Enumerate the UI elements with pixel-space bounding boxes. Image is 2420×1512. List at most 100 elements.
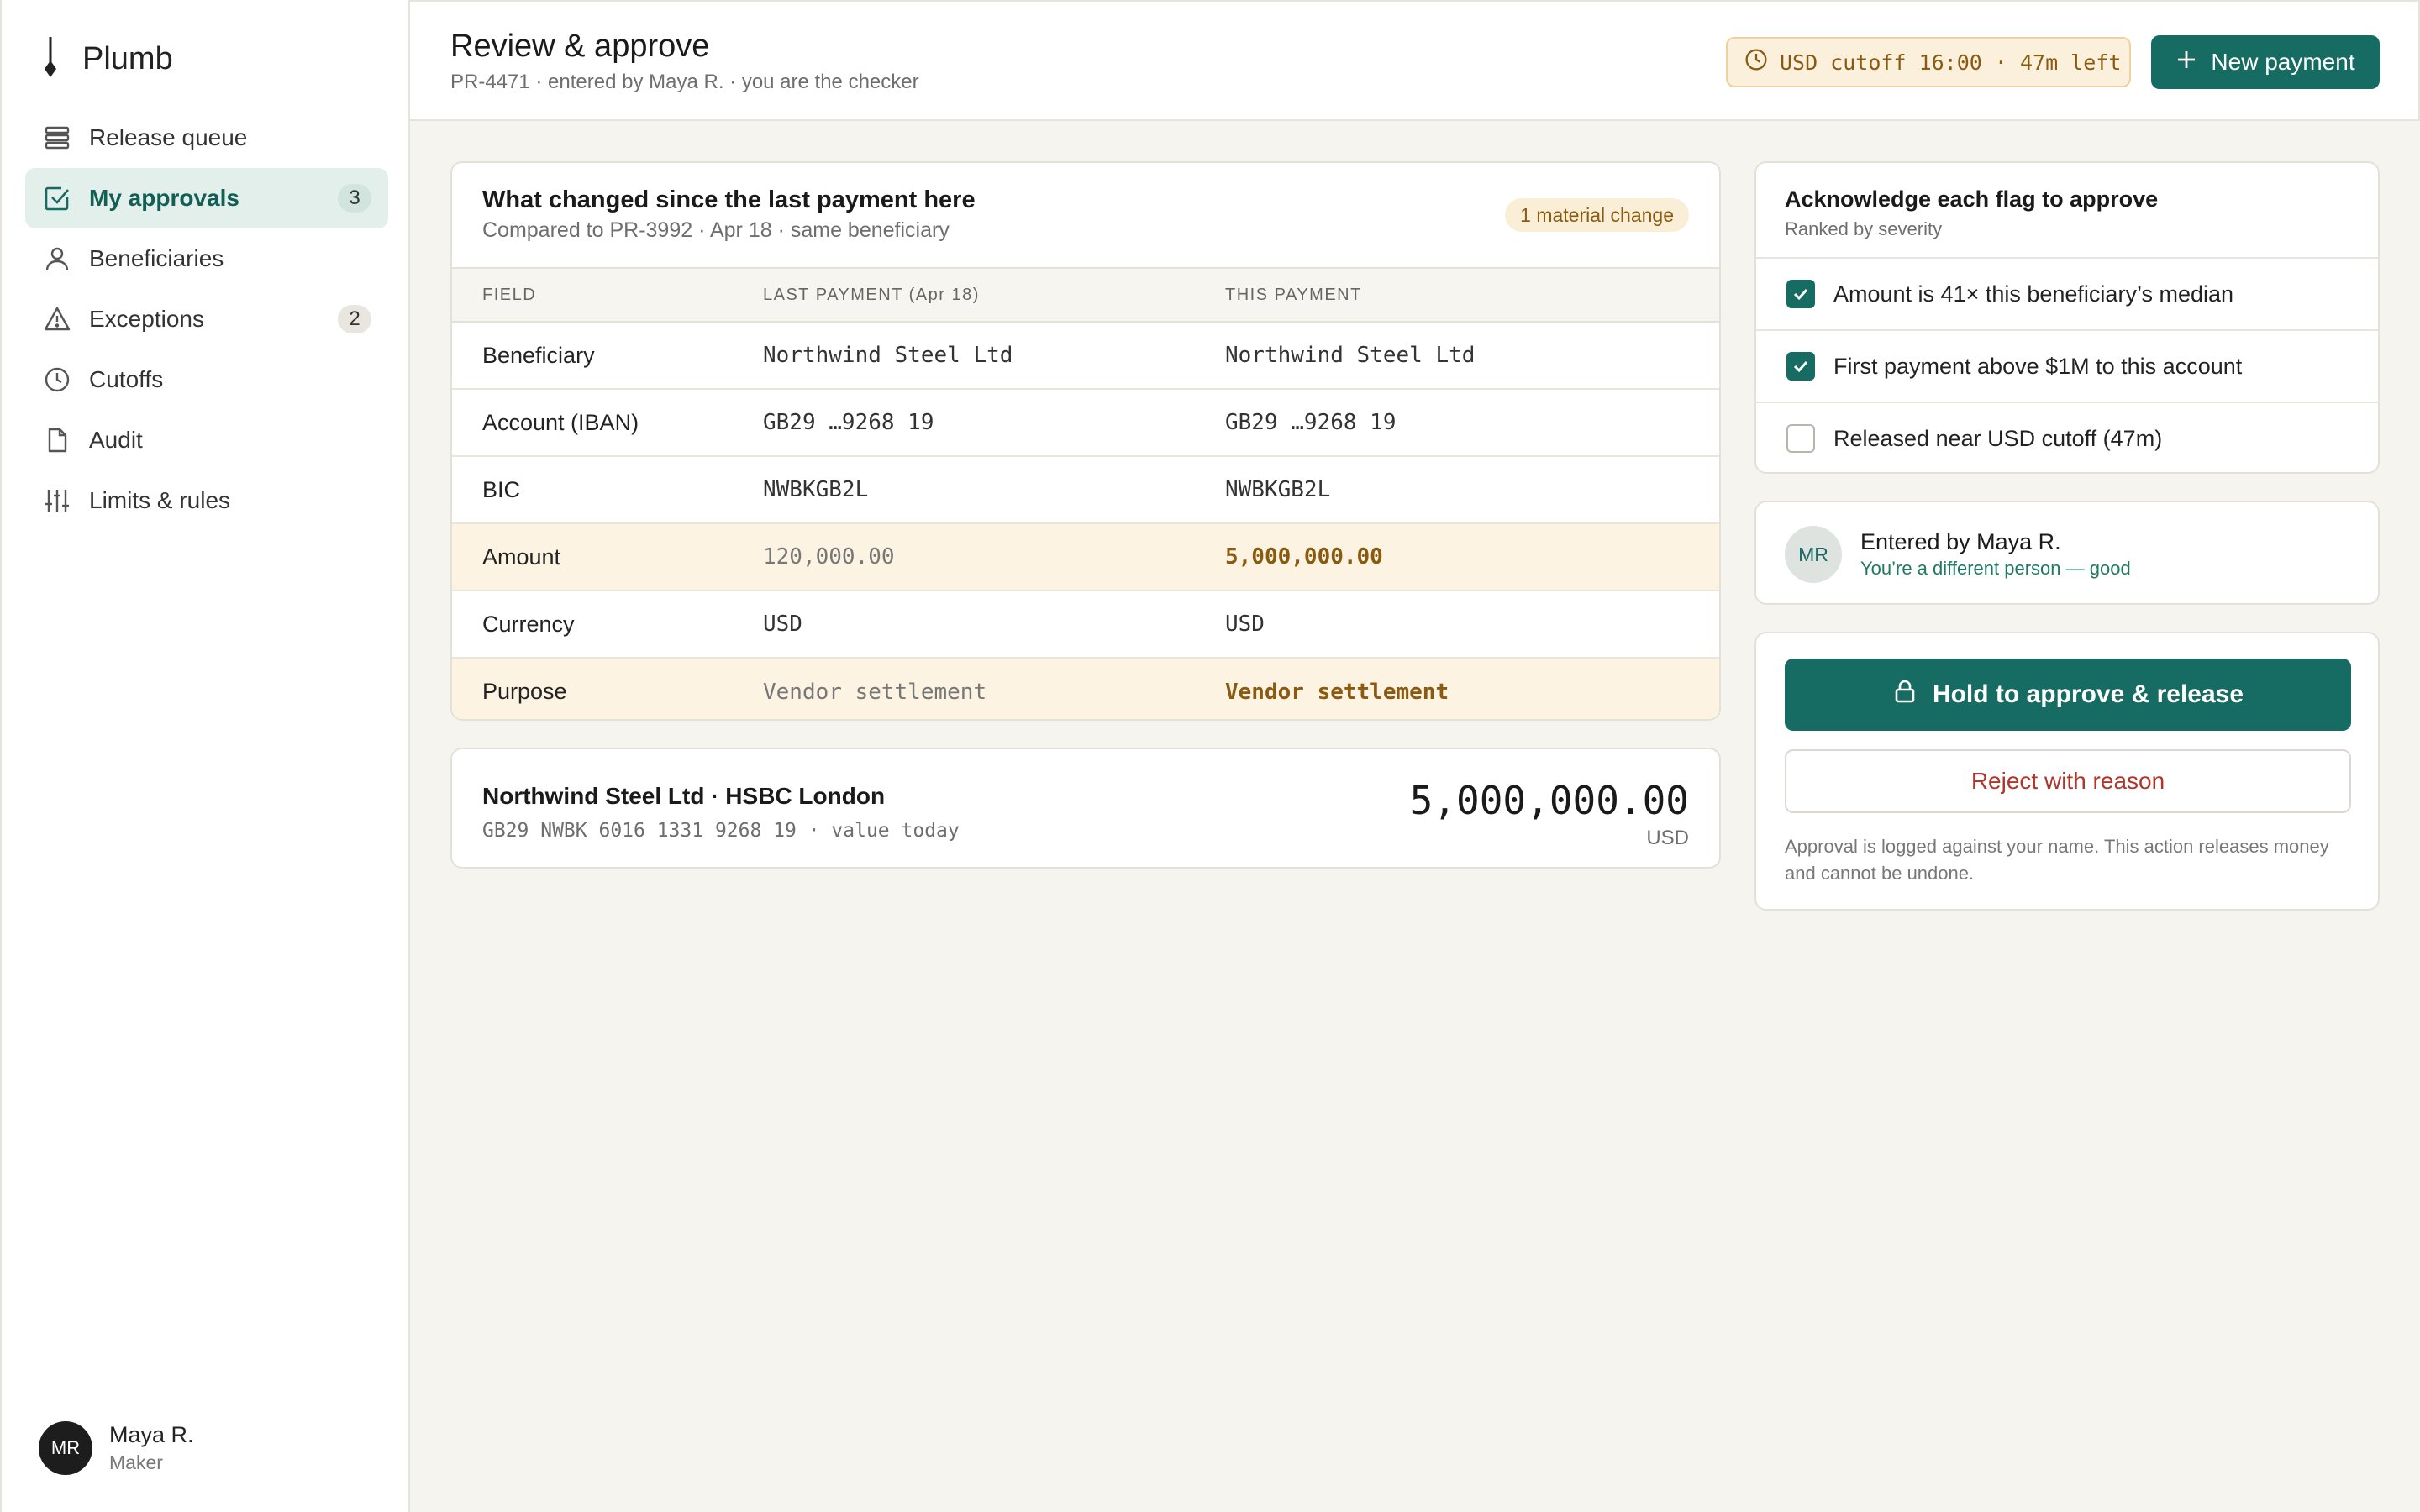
hold-to-approve-button[interactable]: Hold to approve & release — [1785, 659, 2351, 731]
table-row: Currency USD USD — [452, 591, 1719, 659]
plumb-logo-icon — [40, 37, 60, 81]
field-name: Beneficiary — [452, 322, 763, 390]
sidebar-item-limits-rules[interactable]: Limits & rules — [25, 470, 388, 531]
page-header: Review & approve PR-4471 · entered by Ma… — [410, 0, 2420, 121]
sidebar-item-audit[interactable]: Audit — [25, 410, 388, 470]
column-header: LAST PAYMENT (Apr 18) — [763, 267, 1225, 323]
sidebar-item-exceptions[interactable]: Exceptions 2 — [25, 289, 388, 349]
entered-by-card: MR Entered by Maya R. You’re a different… — [1754, 501, 2380, 605]
sidebar-item-label: Exceptions — [89, 306, 204, 332]
sidebar-item-beneficiaries[interactable]: Beneficiaries — [25, 228, 388, 289]
field-name: Account (IBAN) — [452, 389, 763, 457]
field-name: Currency — [452, 591, 763, 659]
entered-by-name: Entered by Maya R. — [1860, 529, 2061, 554]
warning-icon — [42, 304, 72, 334]
approval-actions-card: Hold to approve & release Reject with re… — [1754, 632, 2380, 911]
payment-amount: 5,000,000.00 — [1409, 778, 1689, 823]
sidebar-item-label: Beneficiaries — [89, 245, 224, 271]
app-name: Plumb — [82, 40, 173, 76]
sliders-icon — [42, 486, 72, 516]
last-value: Northwind Steel Ltd — [763, 322, 1225, 390]
page-subtitle: PR-4471 · entered by Maya R. · you are t… — [450, 71, 919, 93]
last-value: USD — [763, 591, 1225, 659]
column-header: FIELD — [452, 267, 763, 323]
beneficiary-account: GB29 NWBK 6016 1331 9268 19 · value toda… — [482, 820, 960, 842]
this-value: 5,000,000.00 — [1225, 523, 1719, 591]
table-row: Beneficiary Northwind Steel Ltd Northwin… — [452, 322, 1719, 390]
flags-title: Acknowledge each flag to approve — [1785, 186, 2159, 212]
checkbox-unchecked[interactable] — [1786, 424, 1815, 453]
change-comparison-card: What changed since the last payment here… — [450, 161, 1721, 721]
user-role: Maker — [109, 1452, 163, 1473]
material-change-chip: 1 material change — [1505, 198, 1689, 232]
approval-note: Approval is logged against your name. Th… — [1785, 836, 2329, 884]
this-value: USD — [1225, 591, 1719, 659]
cutoff-badge: USD cutoff 16:00 · 47m left — [1726, 37, 2131, 87]
sidebar-item-release-queue[interactable]: Release queue — [25, 108, 388, 168]
last-value: NWBKGB2L — [763, 456, 1225, 524]
new-payment-button[interactable]: New payment — [2151, 35, 2380, 89]
table-header-row: FIELD LAST PAYMENT (Apr 18) THIS PAYMENT — [452, 267, 1719, 323]
sidebar-item-label: Cutoffs — [89, 366, 164, 392]
lock-icon — [1892, 679, 1918, 711]
field-name: Amount — [452, 523, 763, 591]
sidebar: Plumb Release queue My approvals 3 Benef… — [0, 0, 410, 1512]
this-value: Vendor settlement — [1225, 658, 1719, 719]
sidebar-item-label: Limits & rules — [89, 487, 231, 513]
flags-subtitle: Ranked by severity — [1785, 218, 1943, 239]
sidebar-item-label: Release queue — [89, 124, 248, 150]
this-value: GB29 …9268 19 — [1225, 389, 1719, 457]
person-icon — [42, 244, 72, 274]
comparison-subtitle: Compared to PR-3992 · Apr 18 · same bene… — [482, 218, 950, 242]
sidebar-item-cutoffs[interactable]: Cutoffs — [25, 349, 388, 410]
field-name: BIC — [452, 456, 763, 524]
sidebar-nav: Release queue My approvals 3 Beneficiari… — [25, 108, 388, 531]
stack-icon — [42, 123, 72, 153]
flag-label: Released near USD cutoff (47m) — [1833, 425, 2163, 451]
flag-label: First payment above $1M to this account — [1833, 353, 2243, 379]
payment-currency: USD — [1646, 827, 1689, 849]
avatar: MR — [1785, 526, 1842, 583]
avatar: MR — [39, 1421, 92, 1475]
flags-card: Acknowledge each flag to approve Ranked … — [1754, 161, 2380, 474]
beneficiary-name: Northwind Steel Ltd · HSBC London — [482, 783, 886, 809]
table-row-changed: Amount 120,000.00 5,000,000.00 — [452, 523, 1719, 591]
table-row: Account (IBAN) GB29 …9268 19 GB29 …9268 … — [452, 389, 1719, 457]
beneficiary-summary-card: Northwind Steel Ltd · HSBC London GB29 N… — [450, 748, 1721, 869]
checkbox-checked[interactable] — [1786, 280, 1815, 308]
flag-item[interactable]: Amount is 41× this beneficiary’s median — [1756, 257, 2378, 329]
user-profile[interactable]: MR Maya R. Maker — [39, 1421, 194, 1475]
column-header: THIS PAYMENT — [1225, 267, 1719, 323]
table-row-changed: Purpose Vendor settlement Vendor settlem… — [452, 658, 1719, 719]
sidebar-item-label: My approvals — [89, 185, 239, 211]
sidebar-item-label: Audit — [89, 427, 143, 453]
segregation-note: You’re a different person — good — [1860, 558, 2131, 579]
last-value: GB29 …9268 19 — [763, 389, 1225, 457]
count-badge: 3 — [338, 184, 371, 213]
table-row: BIC NWBKGB2L NWBKGB2L — [452, 456, 1719, 524]
clock-icon — [42, 365, 72, 395]
clock-icon — [1744, 48, 1768, 76]
check-square-icon — [42, 183, 72, 213]
cutoff-text: USD cutoff 16:00 · 47m left — [1780, 50, 2122, 75]
flag-item[interactable]: Released near USD cutoff (47m) — [1756, 402, 2378, 474]
last-value: 120,000.00 — [763, 523, 1225, 591]
this-value: Northwind Steel Ltd — [1225, 322, 1719, 390]
last-value: Vendor settlement — [763, 658, 1225, 719]
brand[interactable]: Plumb — [40, 37, 173, 81]
plus-icon — [2175, 49, 2197, 76]
count-badge: 2 — [338, 305, 371, 333]
comparison-title: What changed since the last payment here — [482, 186, 976, 213]
this-value: NWBKGB2L — [1225, 456, 1719, 524]
user-name: Maya R. — [109, 1422, 194, 1447]
document-icon — [42, 425, 72, 455]
field-name: Purpose — [452, 658, 763, 719]
comparison-table: FIELD LAST PAYMENT (Apr 18) THIS PAYMENT… — [452, 267, 1719, 719]
new-payment-label: New payment — [2211, 49, 2355, 75]
approve-label: Hold to approve & release — [1932, 680, 2244, 708]
sidebar-item-my-approvals[interactable]: My approvals 3 — [25, 168, 388, 228]
checkbox-checked[interactable] — [1786, 352, 1815, 381]
reject-button[interactable]: Reject with reason — [1785, 749, 2351, 813]
flag-item[interactable]: First payment above $1M to this account — [1756, 329, 2378, 402]
flag-label: Amount is 41× this beneficiary’s median — [1833, 281, 2234, 307]
